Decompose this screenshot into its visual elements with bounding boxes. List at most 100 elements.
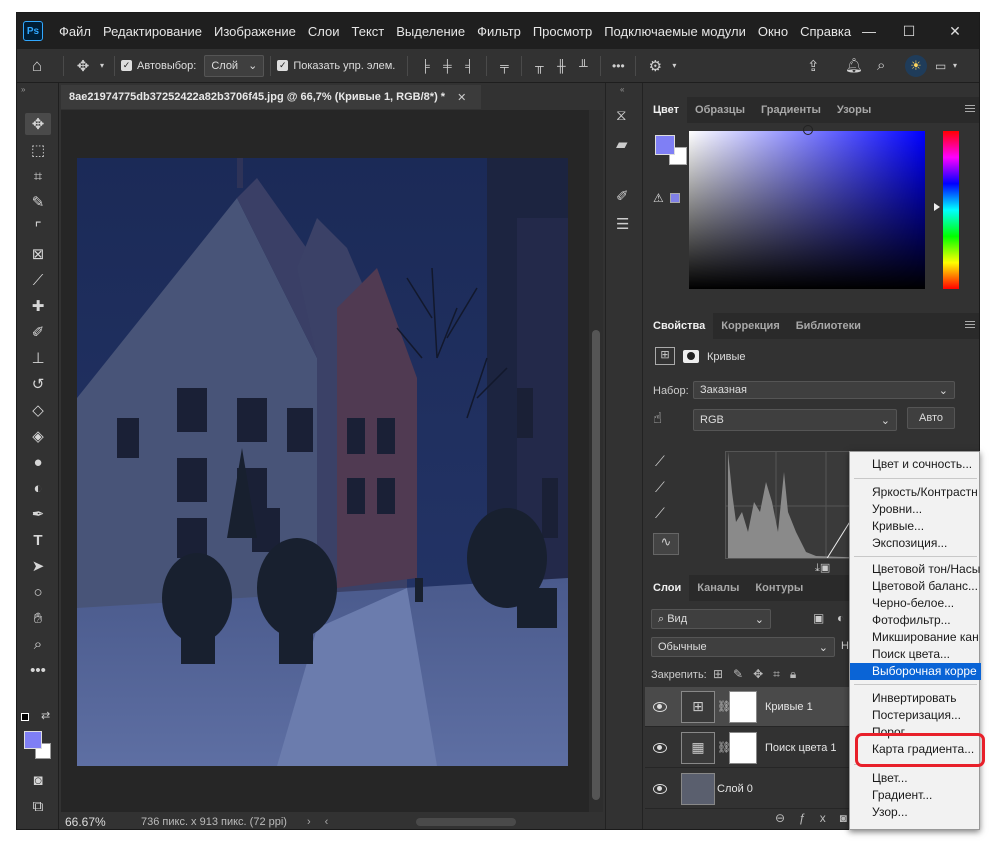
menu-item[interactable]: Постеризация...	[850, 707, 981, 724]
panel-menu-icon[interactable]	[965, 321, 975, 330]
menu-item[interactable]: Микширование кан	[850, 629, 981, 646]
auto-button[interactable]: Авто	[907, 407, 955, 429]
hue-slider[interactable]	[943, 131, 959, 289]
eye-icon[interactable]	[653, 701, 667, 712]
gear-icon[interactable]: ⚙	[642, 57, 668, 75]
eye-icon[interactable]	[653, 742, 667, 753]
crop-tool-icon[interactable]: ⌜	[25, 217, 51, 239]
gamut-swatch[interactable]	[670, 193, 680, 203]
panel-tab[interactable]: Каналы	[689, 575, 747, 601]
horizontal-scrollbar[interactable]	[416, 817, 517, 826]
foreground-color-swatch[interactable]	[24, 731, 42, 749]
marquee-tool-icon[interactable]: ⬚	[25, 139, 51, 161]
default-colors-icon[interactable]	[21, 713, 29, 721]
menu-item[interactable]: Яркость/Контрастн	[850, 484, 981, 501]
panel-menu-icon[interactable]	[965, 105, 975, 114]
search-icon[interactable]: ⌕	[877, 57, 885, 74]
blur-tool-icon[interactable]: ●	[25, 451, 51, 473]
ellipse-tool-icon[interactable]: ○	[25, 581, 51, 603]
menu-item[interactable]: Поиск цвета...	[850, 646, 981, 663]
black-point-eyedropper-icon[interactable]: ⟋	[655, 453, 665, 470]
adjustments-icon[interactable]: ☰	[616, 215, 629, 233]
minimize-button[interactable]: —	[849, 13, 889, 49]
panel-tab[interactable]: Коррекция	[713, 313, 787, 339]
quick-select-tool-icon[interactable]: ✎	[25, 191, 51, 213]
distribute-center-icon[interactable]: ╫	[550, 59, 572, 73]
menu-item[interactable]: Выделение	[390, 24, 471, 39]
align-top-icon[interactable]: ╤	[493, 59, 515, 73]
move-tool-icon[interactable]: ✥	[25, 113, 51, 135]
menu-item[interactable]: Градиент...	[850, 787, 981, 804]
show-controls-checkbox[interactable]: ✓	[277, 60, 289, 71]
discover-icon[interactable]: ☀	[905, 54, 927, 77]
menu-item[interactable]: Фильтр	[471, 24, 527, 39]
menu-item[interactable]: Справка	[794, 24, 857, 39]
chevron-down-icon[interactable]: ▾	[953, 61, 957, 70]
pixel-filter-icon[interactable]: ▣	[813, 611, 824, 625]
menu-item[interactable]: Цветовой тон/Насы	[850, 561, 981, 578]
canvas-area[interactable]	[61, 110, 603, 812]
align-right-icon[interactable]: ╡	[458, 59, 480, 73]
healing-tool-icon[interactable]: ✚	[25, 295, 51, 317]
panel-tab[interactable]: Свойства	[645, 313, 714, 339]
menu-item[interactable]: Просмотр	[527, 24, 598, 39]
layer-filter-dropdown[interactable]: ⌕ Вид ⌄	[651, 609, 771, 629]
brush-settings-icon[interactable]: ✐	[616, 187, 629, 205]
lock-icons[interactable]: ⊞✎✥⌗🔒︎	[713, 667, 806, 682]
object-select-tool-icon[interactable]: ⌗	[25, 165, 51, 187]
path-select-tool-icon[interactable]: ➤	[25, 555, 51, 577]
target-adjust-icon[interactable]: ☝	[653, 409, 662, 427]
menu-item[interactable]: Цвет и сочность...	[850, 456, 981, 473]
chevron-down-icon[interactable]: ▾	[96, 61, 108, 70]
menu-item[interactable]: Подключаемые модули	[598, 24, 752, 39]
menu-item[interactable]: Инвертировать	[850, 690, 981, 707]
eye-icon[interactable]	[653, 783, 667, 794]
clip-icon[interactable]: ⤓▣	[815, 561, 830, 575]
pen-tool-icon[interactable]: ✒	[25, 503, 51, 525]
menu-item[interactable]: Фотофильтр...	[850, 612, 981, 629]
menu-item[interactable]: Текст	[346, 24, 391, 39]
menu-item[interactable]: Экспозиция...	[850, 535, 981, 552]
channel-dropdown[interactable]: RGB ⌄	[693, 409, 897, 431]
menu-item[interactable]: Файл	[53, 24, 97, 39]
panel-tab[interactable]: Узоры	[829, 97, 879, 123]
menu-item[interactable]: Слои	[302, 24, 346, 39]
vertical-scrollbar[interactable]	[589, 110, 603, 812]
workspace-icon[interactable]: ▭	[935, 59, 946, 73]
panel-tab[interactable]: Контуры	[747, 575, 811, 601]
layer-name[interactable]: Кривые 1	[765, 701, 813, 713]
history-brush-tool-icon[interactable]: ↺	[25, 373, 51, 395]
distribute-right-icon[interactable]: ╨	[572, 59, 594, 73]
home-icon[interactable]: ⌂	[17, 56, 57, 76]
panel-tab[interactable]: Библиотеки	[788, 313, 869, 339]
menu-item[interactable]: Цвет...	[850, 770, 981, 787]
layer-name[interactable]: Слой 0	[717, 783, 753, 795]
panel-tab[interactable]: Градиенты	[753, 97, 829, 123]
align-center-icon[interactable]: ╪	[436, 59, 458, 73]
layer-mask-thumbnail[interactable]	[729, 731, 757, 764]
swap-colors-icon[interactable]: ⇄	[41, 709, 50, 722]
preset-dropdown[interactable]: Заказная ⌄	[693, 381, 955, 399]
color-picker-handle[interactable]	[803, 125, 813, 135]
warning-icon[interactable]: ⚠	[653, 191, 664, 205]
scroll-thumb[interactable]	[592, 330, 600, 800]
adjustment-filter-icon[interactable]: ◐	[837, 611, 844, 625]
paint-bucket-tool-icon[interactable]: ◈	[25, 425, 51, 447]
menu-item[interactable]: Узор...	[850, 804, 981, 821]
collapse-icon[interactable]: »	[21, 85, 25, 94]
distribute-left-icon[interactable]: ╥	[528, 59, 550, 73]
zoom-level[interactable]: 66.67%	[65, 815, 125, 829]
history-icon[interactable]: ⧖	[616, 107, 627, 124]
white-point-eyedropper-icon[interactable]: ⟋	[655, 505, 665, 522]
menu-item[interactable]: Цветовой баланс...	[850, 578, 981, 595]
more-tools-icon[interactable]: •••	[25, 659, 51, 681]
autoselect-dropdown[interactable]: Слой ⌄	[204, 54, 265, 77]
align-left-icon[interactable]: ╞	[414, 59, 436, 73]
color-field[interactable]	[689, 125, 925, 289]
layer-mask-thumbnail[interactable]	[729, 690, 757, 723]
screen-mode-icon[interactable]: ⧉	[25, 795, 51, 817]
scroll-left-icon[interactable]: ‹	[325, 816, 329, 828]
quick-mask-icon[interactable]: ◙	[25, 769, 51, 791]
more-icon[interactable]: •••	[607, 59, 629, 73]
close-button[interactable]: ✕	[935, 13, 975, 49]
